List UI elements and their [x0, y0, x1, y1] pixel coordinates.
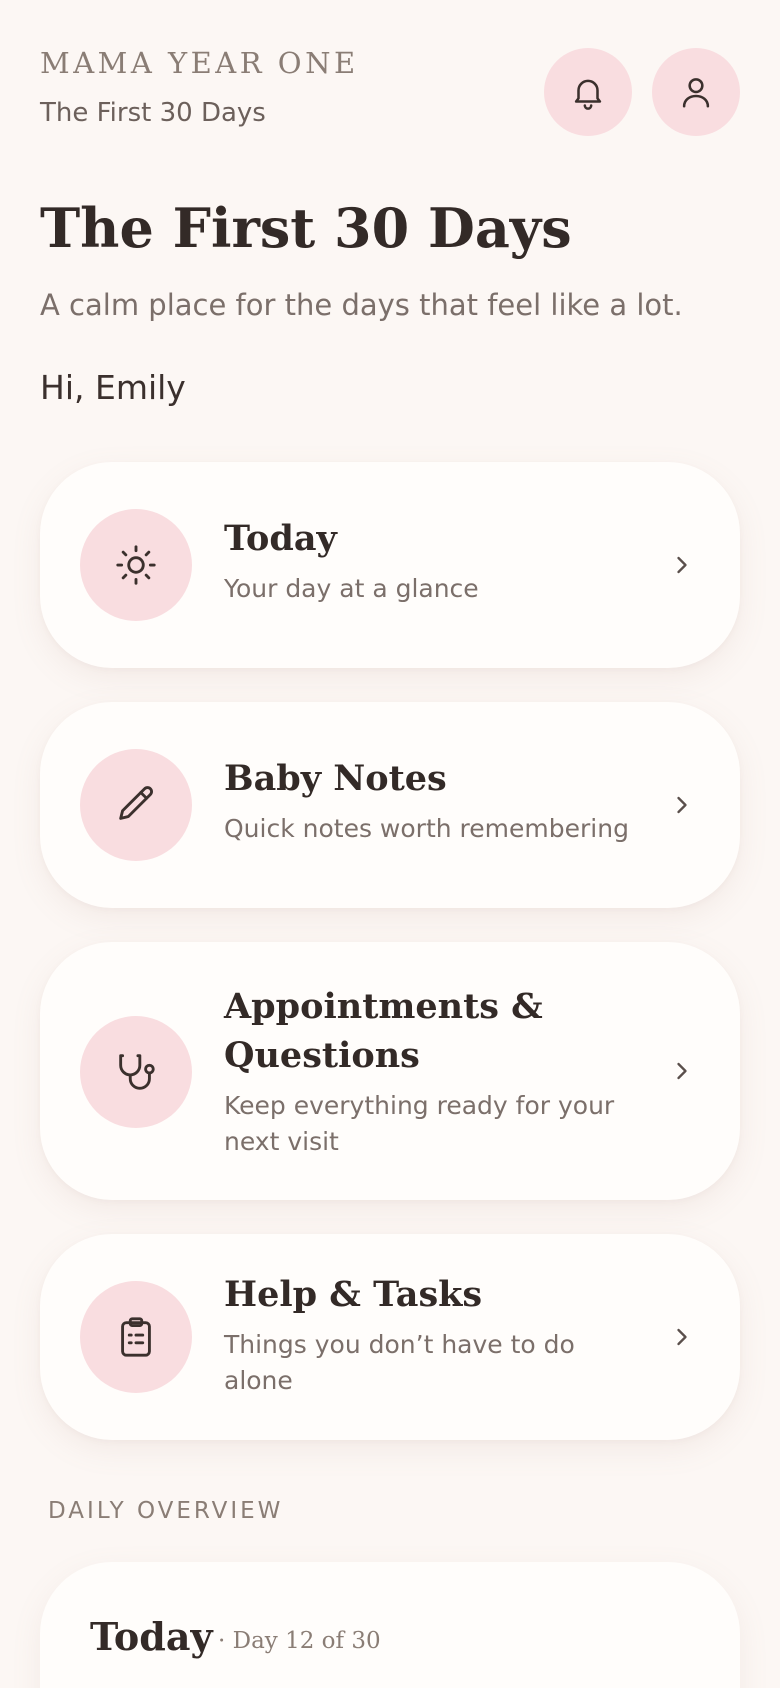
card-description: Quick notes worth remembering	[224, 814, 629, 843]
card-title: Help & Tasks	[224, 1274, 483, 1315]
card-text: Help & Tasks Things you don’t have to do…	[224, 1270, 634, 1399]
card-text: Baby Notes Quick notes worth remembering	[224, 754, 634, 847]
bell-icon	[574, 79, 602, 110]
chevron-right-icon	[677, 1328, 687, 1346]
chevron-right-icon	[677, 1062, 687, 1080]
brand-name: MAMA YEAR ONE	[40, 46, 359, 80]
notifications-button[interactable]	[544, 48, 632, 136]
card-icon-circle	[80, 1281, 192, 1393]
card-appointments-questions[interactable]: Appointments & Questions Keep everything…	[40, 942, 740, 1200]
user-icon	[682, 78, 710, 108]
chevron-right-icon	[677, 556, 687, 574]
sun-icon	[116, 545, 156, 585]
card-description: Things you don’t have to do alone	[224, 1330, 575, 1395]
card-description: Keep everything ready for your next visi…	[224, 1091, 615, 1156]
card-title: Today	[224, 518, 337, 559]
greeting: Hi, Emily	[40, 368, 186, 407]
stethoscope-icon	[119, 1054, 155, 1090]
overview-title: Today	[90, 1614, 213, 1659]
pencil-icon	[119, 786, 153, 820]
card-icon-circle	[80, 1016, 192, 1128]
header-subtitle: The First 30 Days	[40, 98, 266, 128]
card-today[interactable]: Today Your day at a glance	[40, 462, 740, 668]
card-baby-notes[interactable]: Baby Notes Quick notes worth remembering	[40, 702, 740, 908]
chevron-right-icon	[677, 796, 687, 814]
card-title: Appointments & Questions	[224, 986, 543, 1076]
card-icon-circle	[80, 749, 192, 861]
daily-overview-label: DAILY OVERVIEW	[48, 1498, 284, 1524]
card-text: Appointments & Questions Keep everything…	[224, 982, 634, 1160]
page: MAMA YEAR ONE The First 30 Days The Firs…	[0, 0, 780, 1688]
daily-overview-card[interactable]: Today · Day 12 of 30	[40, 1562, 740, 1688]
profile-button[interactable]	[652, 48, 740, 136]
app-header: MAMA YEAR ONE The First 30 Days	[40, 44, 740, 136]
card-help-tasks[interactable]: Help & Tasks Things you don’t have to do…	[40, 1234, 740, 1440]
card-icon-circle	[80, 509, 192, 621]
card-text: Today Your day at a glance	[224, 514, 634, 607]
clipboard-icon	[121, 1317, 151, 1357]
page-title: The First 30 Days	[40, 196, 572, 260]
card-description: Your day at a glance	[224, 574, 479, 603]
card-title: Baby Notes	[224, 758, 447, 799]
page-subtitle: A calm place for the days that feel like…	[40, 288, 683, 322]
overview-day-counter: · Day 12 of 30	[218, 1628, 381, 1654]
